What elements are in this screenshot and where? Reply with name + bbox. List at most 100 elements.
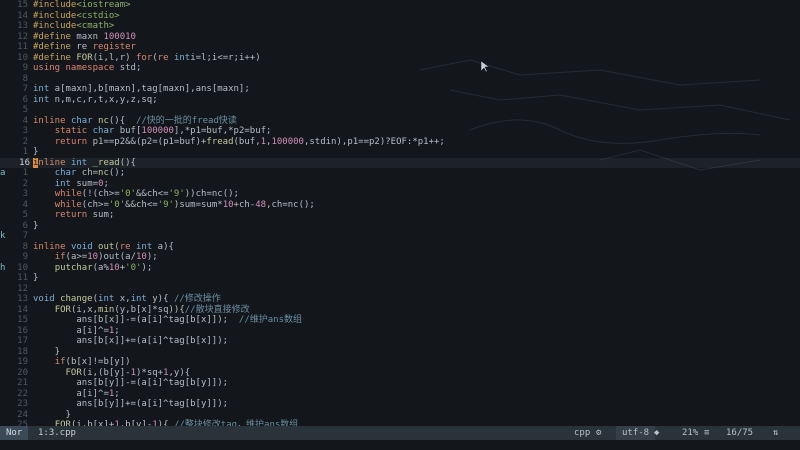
- code-text[interactable]: int n,m,c,r,t,x,y,z,sq;: [33, 95, 158, 106]
- code-text[interactable]: void change(int x,int y){ //修改操作: [33, 294, 221, 305]
- code-token: out: [98, 241, 115, 252]
- code-line[interactable]: 7 int a[maxn],b[maxn],tag[maxn],ans[maxn]…: [0, 84, 800, 95]
- code-text[interactable]: }: [33, 410, 71, 421]
- code-text[interactable]: }: [33, 221, 38, 232]
- code-line[interactable]: 2 return p1==p2&&(p2=(p1=buf)+fread(buf,…: [0, 137, 800, 148]
- code-editor[interactable]: 15 #include<iostream> 14 #include<cstdio> 13…: [0, 0, 800, 426]
- code-text[interactable]: a[i]^=1;: [33, 326, 119, 337]
- code-line[interactable]: 1}: [0, 147, 800, 158]
- code-text[interactable]: inline int _read(){: [33, 157, 136, 169]
- code-token: 100000: [271, 136, 304, 147]
- command-line[interactable]: [0, 440, 800, 450]
- code-line[interactable]: 15 ans[b[x]]-=(a[i]^tag[b[x]]); //维护ans数…: [0, 315, 800, 326]
- code-text[interactable]: using namespace std;: [33, 63, 141, 74]
- code-text[interactable]: if(a>=10)out(a/10);: [33, 252, 158, 263]
- code-text[interactable]: return p1==p2&&(p2=(p1=buf)+fread(buf,1,…: [33, 137, 445, 148]
- code-line[interactable]: 11 #define re register: [0, 42, 800, 53]
- code-token: putchar: [54, 262, 93, 273]
- file-name[interactable]: 1:3.cpp: [38, 426, 76, 440]
- code-text[interactable]: FOR(i,x,min(y,b[x]*sq)){//散块直接修改: [33, 305, 250, 316]
- code-text[interactable]: #include<cmath>: [33, 21, 114, 32]
- code-text[interactable]: a[i]^=1;: [33, 389, 119, 400]
- code-text[interactable]: FOR(i,(b[y]-1)*sq+1,y){: [33, 367, 191, 379]
- code-line[interactable]: 5 return sum;: [0, 210, 800, 221]
- cursor-position: 16/75: [726, 428, 754, 438]
- code-text[interactable]: while(ch>='0'&&ch<='9')sum=sum*10+ch-48,…: [33, 200, 315, 211]
- code-text[interactable]: ans[b[y]]+=(a[i]^tag[b[y]]);: [33, 399, 228, 410]
- code-line[interactable]: h 10 putchar(a%10+'0');: [0, 263, 800, 274]
- code-token: sum;: [92, 210, 115, 220]
- code-text[interactable]: #define maxn 100010: [33, 32, 136, 43]
- line-number: 12: [17, 283, 28, 294]
- code-text[interactable]: ans[b[x]]+=(a[i]^tag[b[x]]);: [33, 336, 228, 347]
- line-number: 14: [17, 304, 28, 315]
- code-line[interactable]: 12: [0, 284, 800, 295]
- code-text[interactable]: #include<cstdio>: [33, 11, 120, 22]
- encoding-indicator[interactable]: utf-8: [616, 426, 656, 440]
- code-line[interactable]: 9 using namespace std;: [0, 63, 800, 74]
- code-line[interactable]: 18 }: [0, 347, 800, 358]
- code-token: void: [33, 294, 61, 304]
- code-line[interactable]: 6}: [0, 221, 800, 232]
- code-text[interactable]: #define FOR(i,l,r) for(re inti=l;i<=r;i+…: [33, 53, 261, 64]
- code-line[interactable]: 19 if(b[x]!=b[y]): [0, 357, 800, 368]
- code-text[interactable]: inline char nc(){ //快的一批的fread快读: [33, 116, 237, 127]
- code-text[interactable]: if(b[x]!=b[y]): [33, 357, 131, 368]
- code-text[interactable]: }: [33, 347, 60, 358]
- code-line[interactable]: 11}: [0, 273, 800, 284]
- code-line[interactable]: 8: [0, 74, 800, 85]
- code-token: (a%: [92, 262, 109, 273]
- code-line[interactable]: a1 char ch=nc();: [0, 168, 800, 179]
- code-line[interactable]: 4 inline char nc(){ //快的一批的fread快读: [0, 116, 800, 127]
- code-text[interactable]: int sum=0;: [33, 179, 109, 190]
- code-text[interactable]: ans[b[x]]-=(a[i]^tag[b[x]]); //维护ans数组: [33, 315, 302, 326]
- code-line[interactable]: 10 #define FOR(i,l,r) for(re inti=l;i<=r;…: [0, 53, 800, 64]
- code-line[interactable]: 6 int n,m,c,r,t,x,y,z,sq;: [0, 95, 800, 106]
- code-token: (i,(b[y]-: [81, 367, 131, 378]
- code-token: re: [157, 52, 174, 63]
- code-line[interactable]: 13 #include<cmath>: [0, 21, 800, 32]
- code-line[interactable]: 20 FOR(i,(b[y]-1)*sq+1,y){: [0, 368, 800, 379]
- code-token: nc: [98, 168, 109, 178]
- code-line[interactable]: 23 ans[b[y]]+=(a[i]^tag[b[y]]);: [0, 399, 800, 410]
- code-line[interactable]: 22 a[i]^=1;: [0, 389, 800, 400]
- code-line[interactable]: 24 }: [0, 410, 800, 421]
- code-line[interactable]: 14 #include<cstdio>: [0, 11, 800, 22]
- code-line[interactable]: 21 ans[b[y]]-=(a[i]^tag[b[y]]);: [0, 378, 800, 389]
- code-line[interactable]: k7: [0, 231, 800, 242]
- code-text[interactable]: #define re register: [33, 42, 136, 53]
- code-token: register: [92, 42, 136, 52]
- code-line[interactable]: 2 int sum=0;: [0, 179, 800, 190]
- code-token: ans[b[x]]+=(a[i]^tag[b[x]]);: [33, 336, 229, 346]
- code-text[interactable]: inline void out(re int a){: [33, 242, 174, 253]
- code-line[interactable]: 9 if(a>=10)out(a/10);: [0, 252, 800, 263]
- code-line[interactable]: 3 while(!(ch>='0'&&ch<='9'))ch=nc();: [0, 189, 800, 200]
- code-line[interactable]: 3 static char buf[100000],*p1=buf,*p2=bu…: [0, 126, 800, 137]
- code-line[interactable]: 17 ans[b[x]]+=(a[i]^tag[b[x]]);: [0, 336, 800, 347]
- current-line[interactable]: 16 inline int _read(){: [0, 157, 800, 169]
- code-text[interactable]: return sum;: [33, 210, 115, 221]
- code-text[interactable]: #include<iostream>: [33, 0, 131, 11]
- code-text[interactable]: int a[maxn],b[maxn],tag[maxn],ans[maxn];: [33, 84, 250, 95]
- code-text[interactable]: static char buf[100000],*p1=buf,*p2=buf;: [33, 126, 272, 137]
- code-line[interactable]: 15 #include<iostream>: [0, 0, 800, 11]
- language-indicator[interactable]: cpp: [574, 426, 590, 440]
- code-line[interactable]: 8 inline void out(re int a){: [0, 242, 800, 253]
- code-text[interactable]: ans[b[y]]-=(a[i]^tag[b[y]]);: [33, 378, 228, 389]
- code-text[interactable]: while(!(ch>='0'&&ch<='9'))ch=nc();: [33, 189, 239, 200]
- code-token: '0': [119, 189, 136, 199]
- line-number: 6: [22, 220, 28, 231]
- code-line[interactable]: 5: [0, 105, 800, 116]
- code-text[interactable]: putchar(a%10+'0');: [33, 262, 153, 274]
- code-text[interactable]: }: [33, 273, 38, 284]
- code-line[interactable]: 14 FOR(i,x,min(y,b[x]*sq)){//散块直接修改: [0, 305, 800, 316]
- code-text[interactable]: char ch=nc();: [33, 168, 125, 179]
- code-line[interactable]: 4 while(ch>='0'&&ch<='9')sum=sum*10+ch-4…: [0, 200, 800, 211]
- code-line[interactable]: 13 void change(int x,int y){ //修改操作: [0, 294, 800, 305]
- code-line[interactable]: 16 a[i]^=1;: [0, 326, 800, 337]
- code-text[interactable]: }: [33, 147, 38, 158]
- line-number: 13: [17, 21, 28, 31]
- code-line[interactable]: 12 #define maxn 100010: [0, 32, 800, 43]
- code-token: if: [54, 357, 66, 367]
